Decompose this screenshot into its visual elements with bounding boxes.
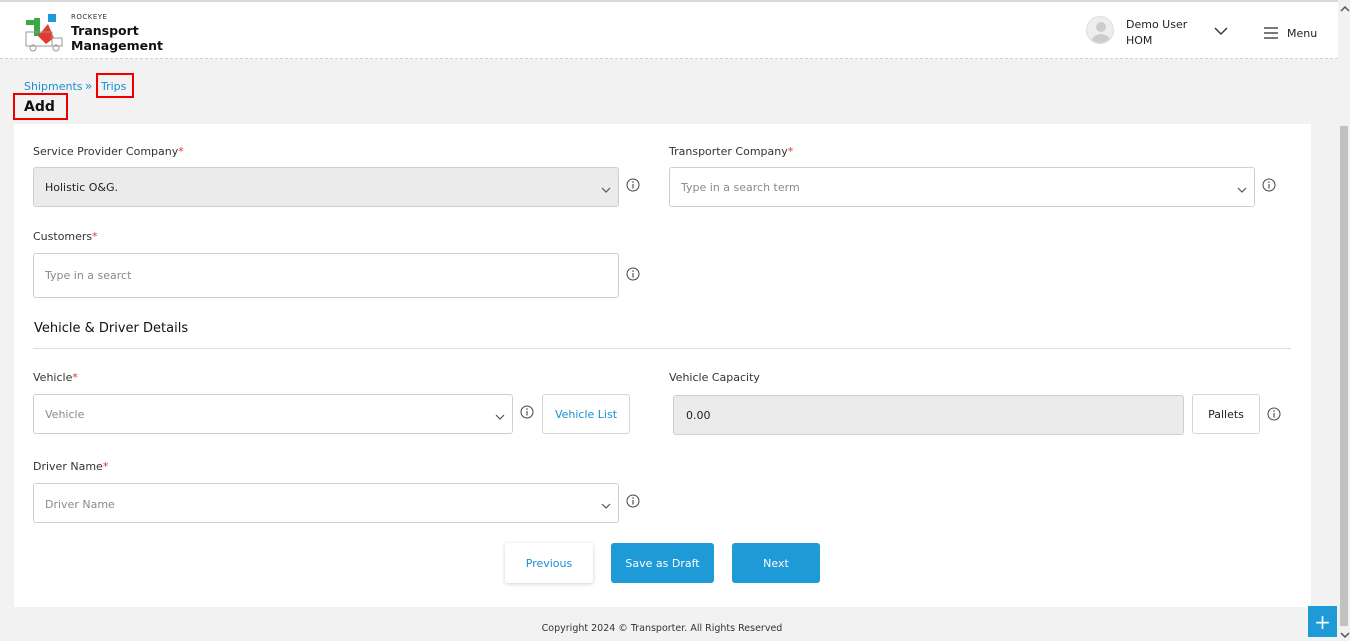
vehicle-list-button[interactable]: Vehicle List: [542, 394, 630, 434]
transporter-label: Transporter Company*: [669, 145, 794, 158]
vehicle-label: Vehicle*: [33, 371, 78, 384]
brand-small: ROCKEYE: [71, 13, 108, 21]
chevron-down-icon: [601, 503, 611, 509]
avatar: [1086, 16, 1114, 44]
user-name: Demo User: [1126, 18, 1188, 31]
driver-select[interactable]: Driver Name: [33, 483, 619, 523]
service-provider-value: Holistic O&G.: [45, 181, 119, 194]
transporter-placeholder: Type in a search term: [681, 181, 800, 194]
capacity-value: 0.00: [686, 409, 711, 422]
rockeye-logo-icon: [25, 14, 63, 52]
add-fab-button[interactable]: +: [1308, 606, 1337, 637]
info-icon[interactable]: [1267, 407, 1281, 421]
capacity-input: 0.00: [673, 395, 1184, 435]
chevron-down-icon[interactable]: [1214, 26, 1228, 36]
scrollbar-thumb[interactable]: [1340, 126, 1348, 626]
save-draft-button[interactable]: Save as Draft: [611, 543, 714, 583]
customers-label: Customers*: [33, 230, 98, 243]
previous-button[interactable]: Previous: [505, 543, 593, 583]
breadcrumb-separator: »: [85, 79, 93, 93]
info-icon[interactable]: [520, 405, 534, 419]
trips-highlight-box: [96, 73, 134, 98]
service-provider-label: Service Provider Company*: [33, 145, 184, 158]
vehicle-select[interactable]: Vehicle: [33, 394, 513, 434]
breadcrumb-shipments[interactable]: Shipments: [24, 80, 83, 93]
info-icon[interactable]: [1262, 178, 1276, 192]
chevron-down-icon: [1237, 187, 1247, 193]
info-icon[interactable]: [626, 178, 640, 192]
divider: [33, 348, 1291, 349]
scroll-up-icon[interactable]: [1340, 4, 1350, 14]
app-header: ROCKEYE Transport Management Demo User H…: [0, 0, 1338, 59]
driver-label: Driver Name*: [33, 460, 109, 473]
info-icon[interactable]: [626, 267, 640, 281]
pallets-button[interactable]: Pallets: [1192, 394, 1260, 434]
info-icon[interactable]: [626, 494, 640, 508]
brand-line2: Management: [71, 38, 164, 53]
transporter-select[interactable]: Type in a search term: [669, 167, 1255, 207]
scroll-down-icon[interactable]: [1340, 630, 1350, 640]
customers-input[interactable]: Type in a searct: [33, 253, 619, 298]
customers-placeholder: Type in a searct: [45, 269, 132, 282]
menu-label: Menu: [1287, 27, 1318, 40]
user-org: HOM: [1126, 34, 1153, 47]
page-title: Add: [24, 99, 55, 115]
hamburger-icon: [1264, 27, 1278, 39]
brand-line1: Transport: [71, 23, 139, 38]
vehicle-placeholder: Vehicle: [45, 408, 85, 421]
section-title: Vehicle & Driver Details: [34, 321, 189, 336]
copyright-footer: Copyright 2024 © Transporter. All Rights…: [541, 623, 783, 634]
driver-placeholder: Driver Name: [45, 498, 115, 511]
next-button[interactable]: Next: [732, 543, 820, 583]
chevron-down-icon: [601, 187, 611, 193]
service-provider-select[interactable]: Holistic O&G.: [33, 167, 619, 207]
capacity-label: Vehicle Capacity: [669, 371, 760, 384]
chevron-down-icon: [495, 414, 505, 420]
brand-name: ROCKEYE Transport Management: [71, 13, 164, 54]
